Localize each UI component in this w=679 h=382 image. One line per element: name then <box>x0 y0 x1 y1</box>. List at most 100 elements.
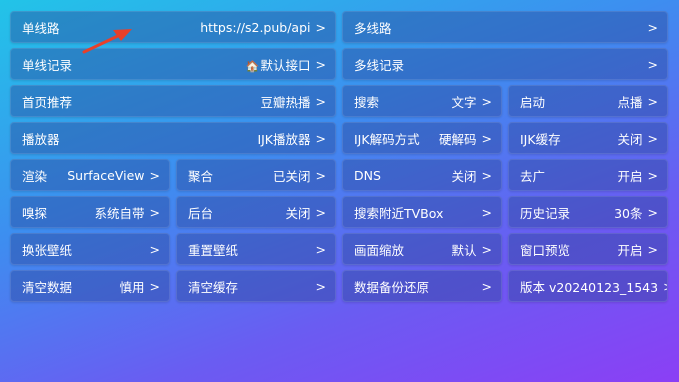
chevron-right-icon: > <box>315 56 326 72</box>
setting-value: 关闭 <box>561 129 643 148</box>
setting-value-text: 开启 <box>617 168 643 184</box>
setting-label: 搜索 <box>354 94 380 110</box>
setting-tile-dns[interactable]: DNS 关闭 > <box>342 159 502 191</box>
setting-value: 硬解码 <box>420 129 477 148</box>
chevron-right-icon: > <box>149 241 160 257</box>
chevron-right-icon: > <box>315 93 326 109</box>
setting-tile-多线记录[interactable]: 多线记录 > <box>342 48 668 80</box>
setting-value-text: 关闭 <box>451 168 477 184</box>
setting-label: 渲染 <box>22 168 48 184</box>
setting-value: 慎用 <box>72 277 145 296</box>
setting-tile-多线路[interactable]: 多线路 > <box>342 11 668 43</box>
setting-label: 版本 v20240123_1543 <box>520 279 659 295</box>
setting-value-text: https://s2.pub/api <box>200 19 311 35</box>
setting-label: 画面缩放 <box>354 242 405 258</box>
chevron-right-icon: > <box>481 130 492 146</box>
setting-tile-历史记录[interactable]: 历史记录 30条 > <box>508 196 668 228</box>
setting-value-text: IJK播放器 <box>257 131 311 147</box>
setting-label: 重置壁纸 <box>188 242 239 258</box>
setting-tile-首页推荐[interactable]: 首页推荐 豆瓣热播 > <box>10 85 336 117</box>
chevron-right-icon: > <box>481 93 492 109</box>
setting-label: 首页推荐 <box>22 94 73 110</box>
setting-value: 30条 <box>570 203 643 222</box>
chevron-right-icon: > <box>647 130 658 146</box>
setting-label: 单线路 <box>22 20 60 36</box>
setting-tile-画面缩放[interactable]: 画面缩放 默认 > <box>342 233 502 265</box>
setting-value: 文字 <box>379 92 477 111</box>
setting-tile-重置壁纸[interactable]: 重置壁纸 > <box>176 233 336 265</box>
setting-value: 豆瓣热播 <box>72 92 311 111</box>
setting-label: 单线记录 <box>22 57 73 73</box>
setting-value-text: 关闭 <box>285 205 311 221</box>
setting-tile-数据备份还原[interactable]: 数据备份还原 > <box>342 270 502 302</box>
setting-tile-嗅探[interactable]: 嗅探 系统自带 > <box>10 196 170 228</box>
chevron-right-icon: > <box>149 204 160 220</box>
setting-tile-清空缓存[interactable]: 清空缓存 > <box>176 270 336 302</box>
setting-value: https://s2.pub/api <box>60 19 311 35</box>
chevron-right-icon: > <box>647 241 658 257</box>
setting-value: 🏠默认接口 <box>72 55 311 74</box>
setting-value-text: 文字 <box>451 94 477 110</box>
chevron-right-icon: > <box>315 204 326 220</box>
setting-tile-搜索[interactable]: 搜索 文字 > <box>342 85 502 117</box>
setting-label: 窗口预览 <box>520 242 571 258</box>
setting-tile-单线路[interactable]: 单线路 https://s2.pub/api > <box>10 11 336 43</box>
setting-label: 播放器 <box>22 131 60 147</box>
setting-tile-聚合[interactable]: 聚合 已关闭 > <box>176 159 336 191</box>
setting-label: 多线记录 <box>354 57 405 73</box>
setting-tile-窗口预览[interactable]: 窗口预览 开启 > <box>508 233 668 265</box>
setting-tile-单线记录[interactable]: 单线记录 🏠默认接口 > <box>10 48 336 80</box>
chevron-right-icon: > <box>647 93 658 109</box>
setting-tile-播放器[interactable]: 播放器 IJK播放器 > <box>10 122 336 154</box>
setting-label: 搜索附近TVBox <box>354 205 444 221</box>
setting-value: 关闭 <box>381 166 477 185</box>
setting-tile-启动[interactable]: 启动 点播 > <box>508 85 668 117</box>
setting-value-text: SurfaceView <box>67 167 145 183</box>
setting-value-text: 豆瓣热播 <box>260 94 311 110</box>
setting-label: 清空数据 <box>22 279 73 295</box>
chevron-right-icon: > <box>315 19 326 35</box>
setting-tile-清空数据[interactable]: 清空数据 慎用 > <box>10 270 170 302</box>
chevron-right-icon: > <box>647 204 658 220</box>
setting-label: 多线路 <box>354 20 392 36</box>
setting-value-text: 慎用 <box>119 279 145 295</box>
chevron-right-icon: > <box>149 278 160 294</box>
setting-tile-ijk缓存[interactable]: IJK缓存 关闭 > <box>508 122 668 154</box>
setting-label: 数据备份还原 <box>354 279 430 295</box>
setting-value-text: 开启 <box>617 242 643 258</box>
setting-tile-搜索附近tvbox[interactable]: 搜索附近TVBox > <box>342 196 502 228</box>
setting-value-text: 默认 <box>451 242 477 258</box>
chevron-right-icon: > <box>647 56 658 72</box>
setting-tile-版本-v20240123-1543[interactable]: 版本 v20240123_1543 > <box>508 270 668 302</box>
setting-value: 开启 <box>545 166 643 185</box>
chevron-right-icon: > <box>647 167 658 183</box>
setting-tile-去广[interactable]: 去广 开启 > <box>508 159 668 191</box>
chevron-right-icon: > <box>481 241 492 257</box>
chevron-right-icon: > <box>315 278 326 294</box>
setting-tile-后台[interactable]: 后台 关闭 > <box>176 196 336 228</box>
setting-label: 嗅探 <box>22 205 48 221</box>
setting-label: 换张壁纸 <box>22 242 73 258</box>
setting-value: 已关闭 <box>213 166 311 185</box>
setting-label: 后台 <box>188 205 214 221</box>
setting-value-text: 系统自带 <box>94 205 145 221</box>
chevron-right-icon: > <box>481 167 492 183</box>
setting-value: 点播 <box>545 92 643 111</box>
setting-value: SurfaceView <box>47 167 145 183</box>
setting-tile-换张壁纸[interactable]: 换张壁纸 > <box>10 233 170 265</box>
chevron-right-icon: > <box>315 130 326 146</box>
setting-tile-ijk解码方式[interactable]: IJK解码方式 硬解码 > <box>342 122 502 154</box>
setting-tile-渲染[interactable]: 渲染 SurfaceView > <box>10 159 170 191</box>
setting-label: IJK缓存 <box>520 131 561 147</box>
setting-value-text: 30条 <box>614 205 643 221</box>
setting-label: 聚合 <box>188 168 214 184</box>
setting-value: IJK播放器 <box>60 129 311 148</box>
chevron-right-icon: > <box>481 278 492 294</box>
setting-value-text: 关闭 <box>617 131 643 147</box>
house-icon: 🏠 <box>245 59 260 73</box>
setting-label: 历史记录 <box>520 205 571 221</box>
setting-value: 关闭 <box>213 203 311 222</box>
chevron-right-icon: > <box>315 241 326 257</box>
chevron-right-icon: > <box>149 167 160 183</box>
chevron-right-icon: > <box>315 167 326 183</box>
